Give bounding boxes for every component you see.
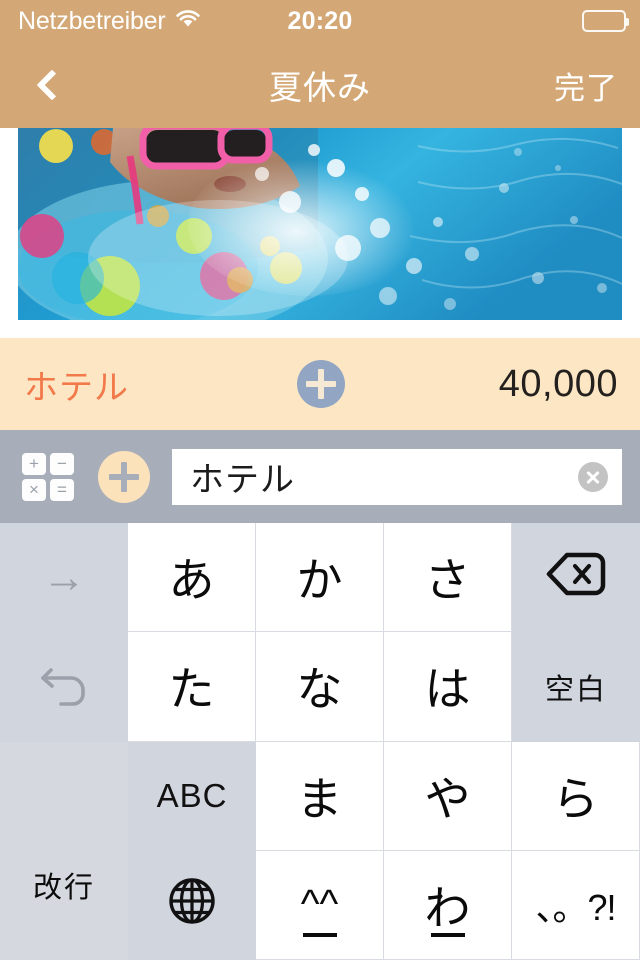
input-toolbar: + − × = ホテル — [0, 430, 640, 523]
key-return-label: 改行 — [32, 872, 95, 904]
plus-circle-icon — [306, 369, 336, 399]
calculator-icon[interactable]: + − × = — [22, 452, 74, 501]
entry-label: ホテル — [24, 368, 129, 407]
key-globe[interactable] — [128, 850, 256, 960]
key-space[interactable]: 空白 — [512, 632, 640, 742]
globe-icon — [166, 875, 218, 935]
key-ra[interactable]: ら — [512, 741, 640, 851]
japanese-keyboard: → あ か さ た な は 空白 ABC ま や ら 改行 ^^ わ 、。?! — [0, 523, 640, 960]
backspace-icon — [545, 551, 607, 605]
status-bar: Netzbetreiber 20:20 — [0, 0, 640, 42]
emoticon-underscore — [302, 933, 337, 937]
key-wa-label: わ — [424, 881, 471, 934]
key-delete[interactable] — [512, 523, 640, 633]
battery-icon — [582, 10, 629, 32]
key-next-candidate[interactable]: → — [0, 523, 128, 633]
toolbar-add-button[interactable] — [98, 450, 150, 503]
status-right — [582, 10, 629, 32]
key-undo[interactable] — [0, 632, 128, 742]
key-ma[interactable]: ま — [256, 741, 384, 851]
key-na[interactable]: な — [256, 632, 384, 742]
key-return[interactable]: 改行 — [0, 741, 128, 960]
chevron-left-icon — [36, 69, 68, 101]
key-a[interactable]: あ — [128, 523, 256, 633]
key-abc[interactable]: ABC — [128, 741, 256, 851]
calc-equals-cell: = — [50, 478, 74, 501]
key-ka[interactable]: か — [256, 523, 384, 633]
hero-photo[interactable] — [18, 128, 622, 320]
key-wa[interactable]: わ — [384, 850, 512, 960]
entry-add-button[interactable] — [297, 360, 345, 408]
app-root: Netzbetreiber 20:20 夏休み 完了 ホテル 40,000 + … — [0, 0, 640, 960]
wa-underscore — [430, 933, 465, 937]
arrow-right-icon: → — [42, 552, 86, 602]
page-title: 夏休み — [269, 69, 371, 106]
done-button[interactable]: 完了 — [554, 42, 618, 128]
back-button[interactable] — [18, 42, 80, 128]
name-input-value: ホテル — [190, 461, 295, 499]
calc-minus-cell: − — [50, 452, 74, 475]
status-time: 20:20 — [287, 6, 353, 35]
plus-circle-icon — [109, 461, 139, 492]
nav-bar: 夏休み 完了 — [0, 42, 640, 128]
undo-icon — [37, 658, 91, 716]
key-ha[interactable]: は — [384, 632, 512, 742]
key-emoticon-label: ^^ — [300, 882, 339, 927]
calc-times-cell: × — [22, 478, 46, 501]
entry-row[interactable]: ホテル 40,000 — [0, 338, 640, 430]
key-ta[interactable]: た — [128, 632, 256, 742]
child-in-pool-photo — [18, 128, 622, 320]
key-punctuation[interactable]: 、。?! — [512, 850, 640, 960]
key-emoticon[interactable]: ^^ — [256, 850, 384, 960]
clear-circle-icon[interactable] — [578, 461, 608, 492]
name-input-field[interactable]: ホテル — [172, 448, 622, 505]
calc-plus-cell: + — [22, 452, 46, 475]
key-sa[interactable]: さ — [384, 523, 512, 633]
key-ya[interactable]: や — [384, 741, 512, 851]
entry-amount: 40,000 — [498, 362, 618, 405]
